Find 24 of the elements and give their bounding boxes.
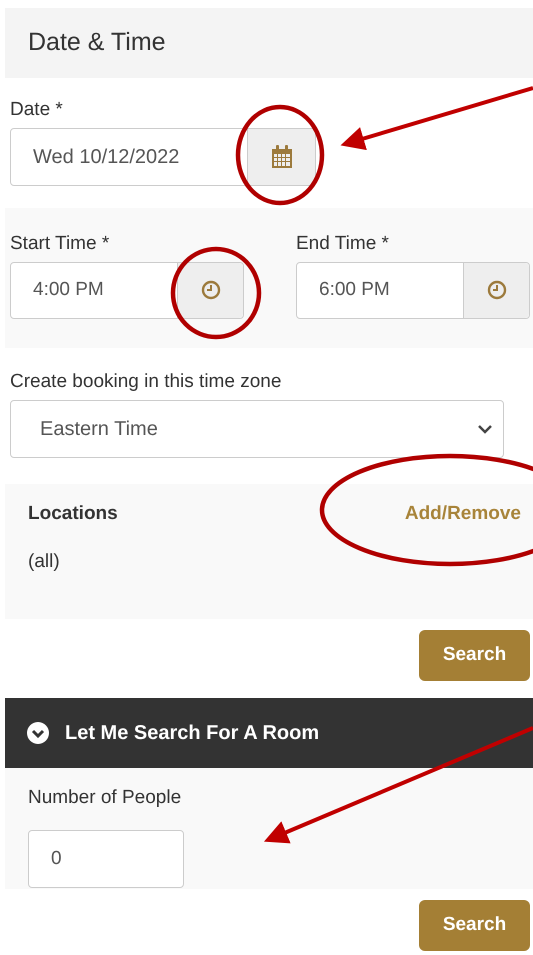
clock-icon — [200, 280, 220, 300]
clock-icon — [486, 280, 506, 300]
field-label: Start Time * — [10, 232, 110, 256]
date-field[interactable]: Wed 10/12/2022 — [10, 128, 316, 186]
field-label: Date * — [10, 98, 64, 122]
chevron-down-icon — [477, 422, 493, 434]
field-label: Number of People — [28, 786, 182, 810]
locations-heading: Locations — [28, 502, 118, 526]
field-label: Create booking in this time zone — [10, 370, 282, 394]
field-label: End Time * — [296, 232, 390, 256]
locations-value: (all) — [28, 550, 61, 574]
date-picker-button[interactable] — [247, 128, 315, 185]
search-button[interactable]: Search — [419, 900, 530, 950]
time-field[interactable]: 6:00 PM — [296, 262, 530, 318]
people-input[interactable]: 0 — [28, 830, 184, 888]
time-picker-button[interactable] — [177, 262, 243, 318]
search-button[interactable]: Search — [419, 630, 530, 680]
time-picker-button[interactable] — [463, 262, 529, 318]
time-field[interactable]: 4:00 PM — [10, 262, 244, 318]
accordion-header[interactable]: Let Me Search For A Room — [5, 698, 533, 768]
accordion-title: Let Me Search For A Room — [65, 720, 320, 746]
calendar-icon — [270, 144, 292, 169]
time-zone-select[interactable]: Eastern Time — [10, 400, 504, 458]
section-title: Date & Time — [28, 27, 166, 58]
